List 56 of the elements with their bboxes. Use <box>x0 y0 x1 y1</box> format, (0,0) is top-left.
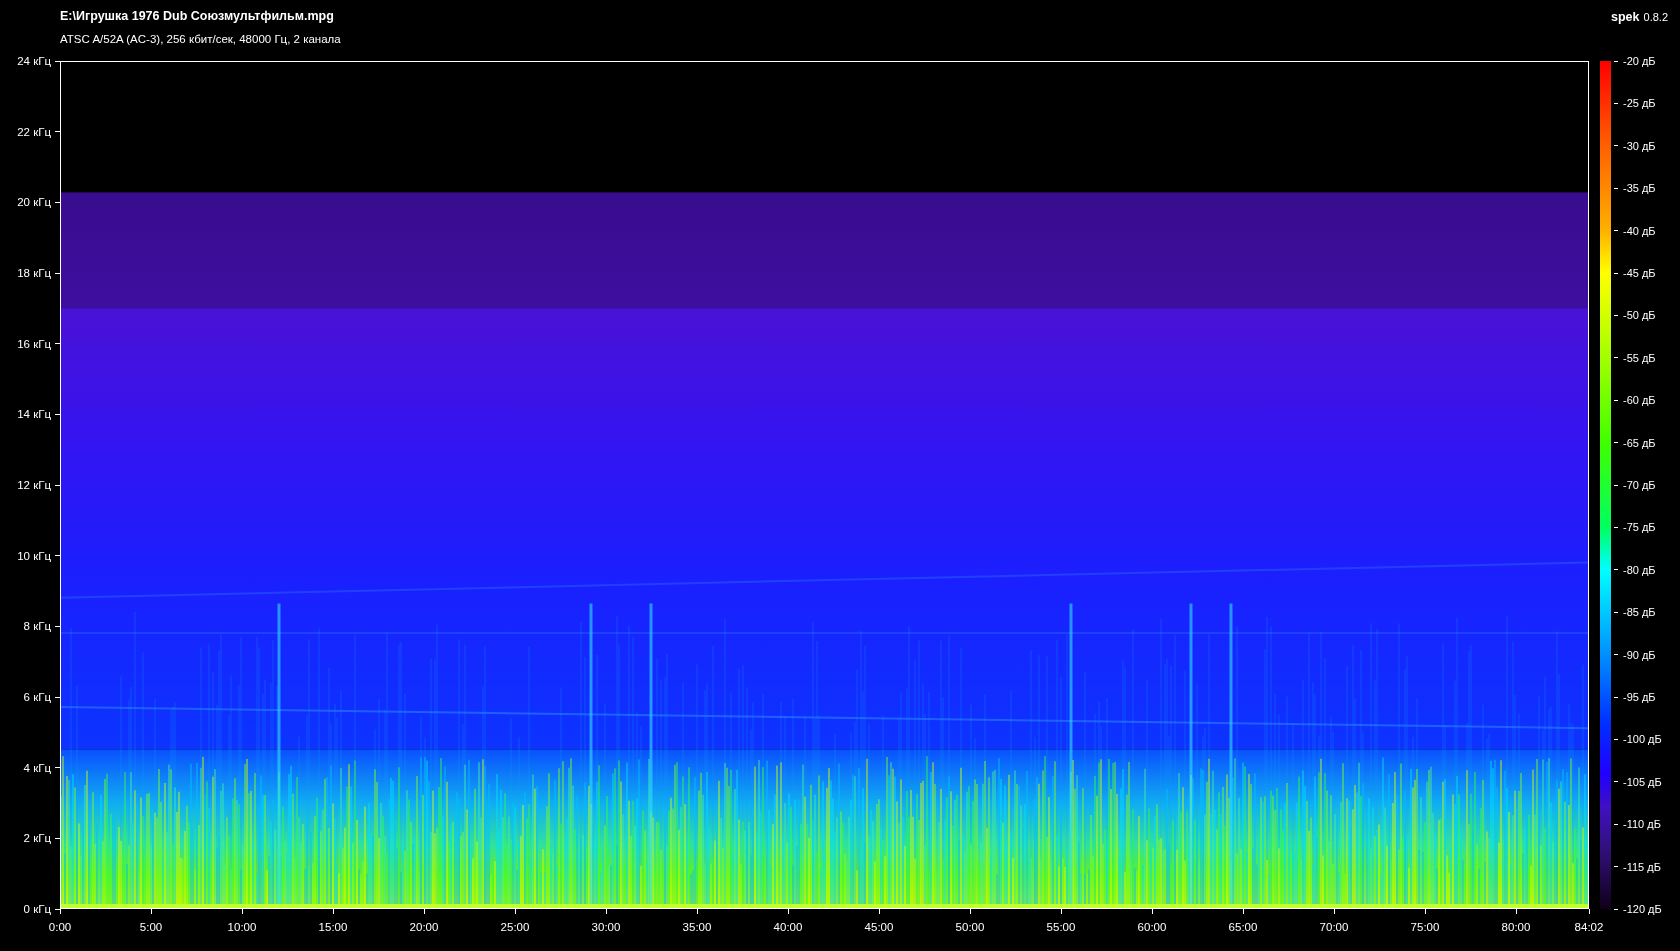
time-label: 30:00 <box>591 921 621 934</box>
frequency-label: 20 кГц <box>17 195 51 209</box>
decibel-label: -30 дБ <box>1623 139 1656 153</box>
decibel-label: -60 дБ <box>1623 393 1656 407</box>
frequency-label: 8 кГц <box>23 619 51 633</box>
decibel-label: -70 дБ <box>1623 478 1656 492</box>
decibel-label: -65 дБ <box>1623 436 1656 450</box>
frequency-label: 24 кГц <box>17 54 51 68</box>
frequency-label: 10 кГц <box>17 549 51 563</box>
decibel-label: -120 дБ <box>1623 902 1662 916</box>
decibel-label: -95 дБ <box>1623 690 1656 704</box>
app-version: 0.8.2 <box>1643 10 1668 25</box>
decibel-label: -115 дБ <box>1623 860 1661 874</box>
time-label: 20:00 <box>409 921 439 934</box>
time-label: 80:00 <box>1501 921 1531 934</box>
decibel-label: -25 дБ <box>1623 96 1656 110</box>
frequency-label: 22 кГц <box>17 125 51 139</box>
time-label: 60:00 <box>1137 921 1167 934</box>
frequency-label: 14 кГц <box>17 407 51 421</box>
time-label: 50:00 <box>955 921 985 934</box>
time-label: 0:00 <box>48 921 72 934</box>
file-path-title: E:\Игрушка 1976 Dub Союзмультфильм.mpg <box>60 8 335 24</box>
stream-info-text: ATSC A/52A (AC-3), 256 кбит/сек, 48000 Гц, 2 канала <box>60 32 341 47</box>
time-label: 70:00 <box>1319 921 1349 934</box>
time-label: 25:00 <box>500 921 530 934</box>
decibel-label: -110 дБ <box>1623 817 1661 831</box>
frequency-label: 2 кГц <box>23 831 51 845</box>
decibel-label: -45 дБ <box>1623 266 1656 280</box>
frequency-label: 18 кГц <box>17 266 51 280</box>
time-label: 75:00 <box>1410 921 1440 934</box>
time-label: 45:00 <box>864 921 894 934</box>
decibel-label: -35 дБ <box>1623 181 1656 195</box>
time-label: 65:00 <box>1228 921 1258 934</box>
frequency-label: 6 кГц <box>23 690 51 704</box>
decibel-label: -85 дБ <box>1623 605 1656 619</box>
decibel-label: -55 дБ <box>1623 351 1656 365</box>
decibel-label: -90 дБ <box>1623 648 1656 662</box>
frequency-label: 4 кГц <box>23 761 51 775</box>
time-label: 55:00 <box>1046 921 1076 934</box>
decibel-label: -20 дБ <box>1623 54 1656 68</box>
decibel-label: -105 дБ <box>1623 775 1662 789</box>
frequency-label: 16 кГц <box>17 337 51 351</box>
frequency-label: 0 кГц <box>23 902 51 916</box>
time-label: 35:00 <box>682 921 712 934</box>
frequency-label: 12 кГц <box>17 478 51 492</box>
decibel-label: -40 дБ <box>1623 224 1656 238</box>
time-label: 5:00 <box>139 921 163 934</box>
decibel-label: -80 дБ <box>1623 563 1656 577</box>
time-label: 40:00 <box>773 921 803 934</box>
time-label: 84:02 <box>1574 921 1604 934</box>
decibel-label: -100 дБ <box>1623 732 1662 746</box>
app-name: spek <box>1611 9 1640 26</box>
decibel-label: -75 дБ <box>1623 520 1656 534</box>
decibel-label: -50 дБ <box>1623 308 1656 322</box>
time-label: 10:00 <box>227 921 257 934</box>
time-label: 15:00 <box>318 921 348 934</box>
